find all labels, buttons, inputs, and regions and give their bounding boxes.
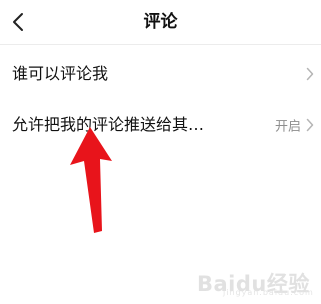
chevron-right-icon [306, 67, 314, 81]
row-label: 谁可以评论我 [12, 64, 109, 83]
watermark-subtext: jingyan.baidu.com [223, 288, 314, 297]
settings-row-push-comments[interactable]: 允许把我的评论推送给其… 开启 [0, 96, 321, 154]
chevron-right-icon [306, 118, 314, 132]
page-title: 评论 [143, 12, 178, 32]
row-value: 开启 [274, 119, 301, 135]
settings-row-who-can-comment[interactable]: 谁可以评论我 [0, 45, 321, 103]
watermark: Baidu经验 jingyan.baidu.com [193, 258, 313, 298]
nav-bar: 评论 [0, 0, 321, 45]
red-pointer-arrow-icon [70, 127, 112, 233]
